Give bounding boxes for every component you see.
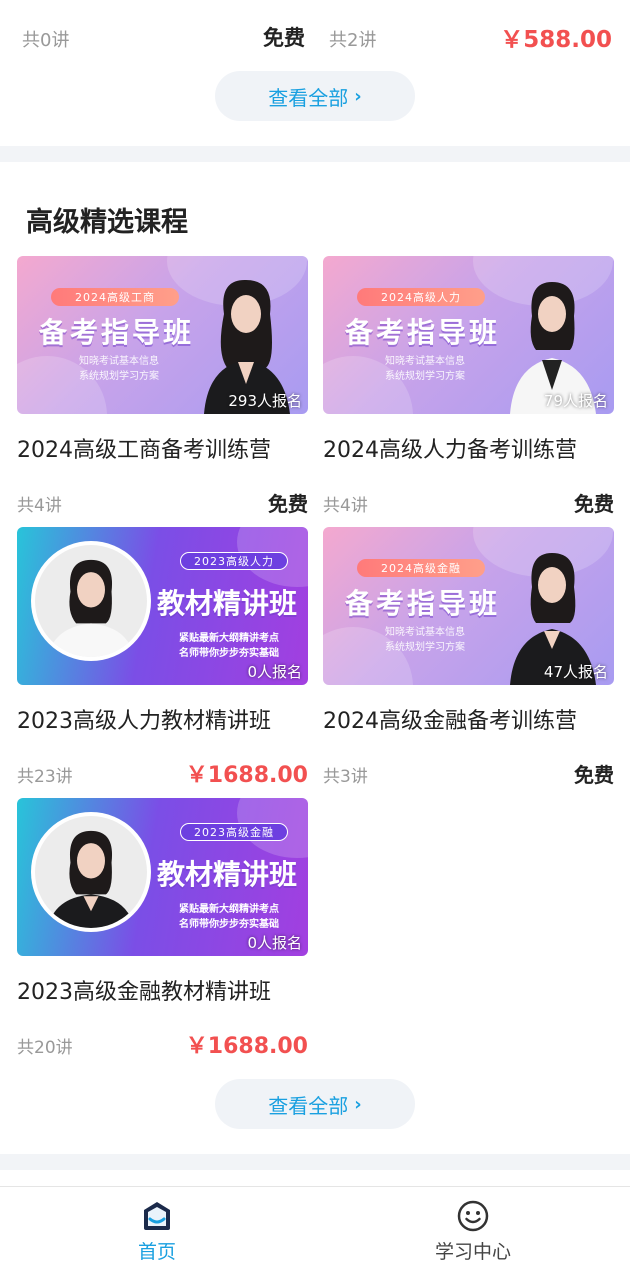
- course-tag: 2023高级人力: [180, 552, 288, 570]
- enrollment-count: 0人报名: [247, 934, 302, 952]
- section-divider: [0, 1154, 630, 1170]
- banner-subtitle: 知晓考试基本信息 系统规划学习方案: [79, 356, 159, 382]
- course-price: ￥588.00: [500, 27, 612, 53]
- teacher-photo: [31, 541, 151, 661]
- home-icon: [144, 1202, 170, 1230]
- bottom-tab-bar: 首页 学习中心: [0, 1186, 630, 1280]
- course-price: 免费: [574, 492, 614, 516]
- course-card[interactable]: 2024高级人力 备考指导班 知晓考试基本信息 系统规划学习方案 79人报名 20…: [323, 256, 614, 516]
- banner-subtitle: 紧贴最新大纲精讲考点 名师带你步步夯实基础: [179, 904, 279, 930]
- tab-study-center[interactable]: 学习中心: [408, 1199, 538, 1264]
- banner-subtitle: 知晓考试基本信息 系统规划学习方案: [385, 627, 465, 653]
- enrollment-count: 79人报名: [543, 392, 608, 410]
- course-price: ￥1688.00: [185, 1034, 308, 1059]
- tab-home[interactable]: 首页: [92, 1199, 222, 1264]
- section-divider: [0, 146, 630, 162]
- course-price: 免费: [268, 492, 308, 516]
- course-thumbnail: 2023高级金融 教材精讲班 紧贴最新大纲精讲考点 名师带你步步夯实基础 0人报名: [17, 798, 308, 956]
- course-price: 免费: [263, 26, 305, 50]
- course-tag: 2024高级人力: [357, 288, 485, 306]
- view-all-label: 查看全部: [268, 85, 349, 110]
- banner-headline: 教材精讲班: [157, 587, 298, 620]
- course-thumbnail: 2024高级金融 备考指导班 知晓考试基本信息 系统规划学习方案 47人报名: [323, 527, 614, 685]
- course-tag: 2024高级工商: [51, 288, 179, 306]
- banner-subtitle: 知晓考试基本信息 系统规划学习方案: [385, 356, 465, 382]
- course-tag: 2024高级金融: [357, 559, 485, 577]
- course-title[interactable]: 2024高级人力备考训练营: [323, 432, 614, 464]
- banner-headline: 备考指导班: [345, 587, 501, 620]
- course-thumbnail: 2024高级人力 备考指导班 知晓考试基本信息 系统规划学习方案 79人报名: [323, 256, 614, 414]
- course-card[interactable]: 2024高级金融 备考指导班 知晓考试基本信息 系统规划学习方案 47人报名 20…: [323, 527, 614, 787]
- course-meta: 共4讲 免费: [323, 486, 614, 516]
- course-thumbnail: 2024高级工商 备考指导班 知晓考试基本信息 系统规划学习方案 293人报名: [17, 256, 308, 414]
- course-card[interactable]: 2024高级工商 备考指导班 知晓考试基本信息 系统规划学习方案 293人报名 2…: [17, 256, 308, 516]
- chevron-right-icon: ›: [354, 1093, 362, 1115]
- lecture-count: 共3讲: [323, 767, 368, 787]
- smiley-icon: [457, 1200, 489, 1232]
- view-all-button[interactable]: 查看全部 ›: [215, 1079, 415, 1129]
- course-tag: 2023高级金融: [180, 823, 288, 841]
- enrollment-count: 0人报名: [247, 663, 302, 681]
- view-all-label: 查看全部: [268, 1093, 349, 1118]
- course-price: 免费: [574, 763, 614, 787]
- lecture-count: 共20讲: [17, 1038, 73, 1058]
- tab-home-label: 首页: [137, 1241, 176, 1263]
- course-price: ￥1688.00: [185, 763, 308, 788]
- course-meta: 共3讲 免费: [323, 757, 614, 787]
- lecture-count: 共0讲: [22, 30, 70, 51]
- teacher-photo: [31, 812, 151, 932]
- course-meta: 共20讲 ￥1688.00: [17, 1028, 308, 1059]
- lecture-count: 共2讲: [329, 30, 377, 51]
- course-title[interactable]: 2023高级金融教材精讲班: [17, 974, 308, 1006]
- course-title[interactable]: 2024高级金融备考训练营: [323, 703, 614, 735]
- course-card[interactable]: 2023高级人力 教材精讲班 紧贴最新大纲精讲考点 名师带你步步夯实基础 0人报名…: [17, 527, 308, 788]
- enrollment-count: 47人报名: [543, 663, 608, 681]
- tab-study-center-label: 学习中心: [434, 1241, 511, 1263]
- banner-subtitle: 紧贴最新大纲精讲考点 名师带你步步夯实基础: [179, 633, 279, 659]
- lecture-count: 共4讲: [17, 496, 62, 516]
- course-title[interactable]: 2023高级人力教材精讲班: [17, 703, 308, 735]
- course-meta: 共23讲 ￥1688.00: [17, 757, 308, 788]
- lecture-count: 共4讲: [323, 496, 368, 516]
- previous-course-meta-row: 共0讲 免费 共2讲 ￥588.00: [0, 18, 630, 56]
- course-thumbnail: 2023高级人力 教材精讲班 紧贴最新大纲精讲考点 名师带你步步夯实基础 0人报名: [17, 527, 308, 685]
- chevron-right-icon: ›: [354, 85, 362, 107]
- banner-headline: 备考指导班: [345, 316, 501, 349]
- course-title[interactable]: 2024高级工商备考训练营: [17, 432, 308, 464]
- banner-headline: 备考指导班: [39, 316, 195, 349]
- view-all-button[interactable]: 查看全部 ›: [215, 71, 415, 121]
- enrollment-count: 293人报名: [228, 392, 302, 410]
- course-card[interactable]: 2023高级金融 教材精讲班 紧贴最新大纲精讲考点 名师带你步步夯实基础 0人报名…: [17, 798, 308, 1059]
- course-meta: 共4讲 免费: [17, 486, 308, 516]
- section-title: 高级精选课程: [26, 207, 188, 238]
- lecture-count: 共23讲: [17, 767, 73, 787]
- banner-headline: 教材精讲班: [157, 858, 298, 891]
